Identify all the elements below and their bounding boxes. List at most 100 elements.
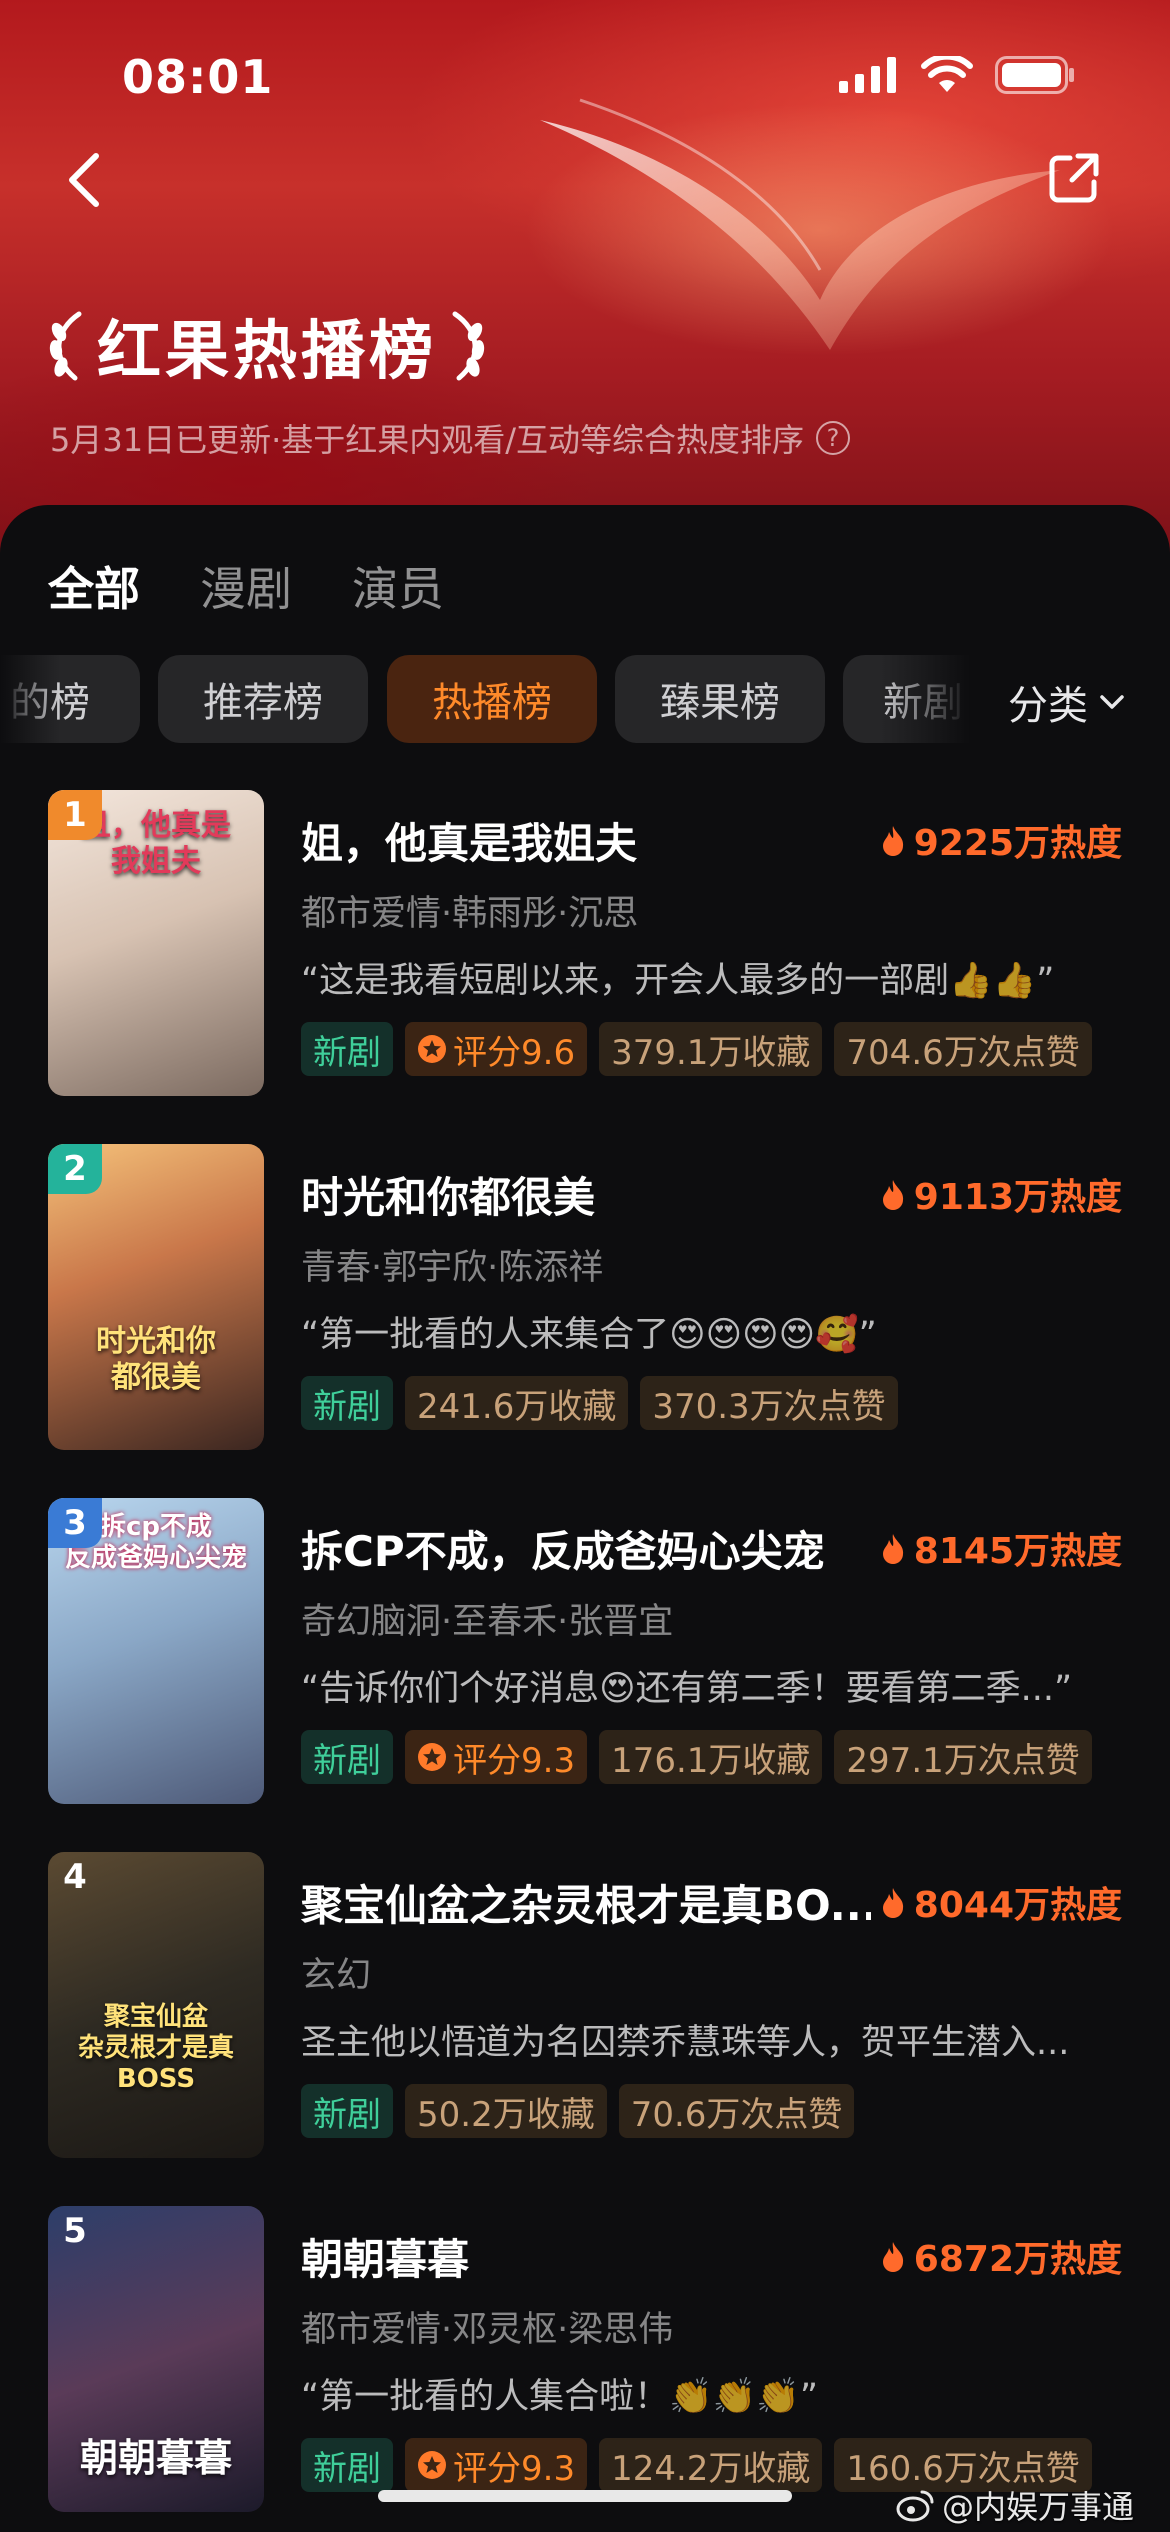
page-title: 红果热播榜	[97, 315, 437, 389]
new-drama-tag: 新剧	[301, 2438, 393, 2492]
tag-row: 新剧 50.2万收藏 70.6万次点赞	[301, 2084, 855, 2138]
score-value: 评分9.3	[453, 2448, 576, 2489]
favorites-tag: 124.2万收藏	[599, 2438, 823, 2492]
chip-fade-left	[0, 655, 60, 745]
top-tabs: 全部 漫剧 演员	[48, 553, 444, 619]
chip-hot-play[interactable]: 热播榜	[387, 655, 597, 743]
page-title-row: 红果热播榜	[45, 300, 489, 392]
heat-score: 9225万热度	[880, 814, 1122, 866]
heat-score: 8145万热度	[880, 1522, 1122, 1574]
rank-badge: 1	[48, 790, 102, 840]
weibo-logo-icon	[896, 2490, 934, 2522]
cellular-signal-icon	[839, 57, 896, 93]
new-drama-tag: 新剧	[301, 2084, 393, 2138]
genre-cast: 都市爱情·邓灵枢·梁思伟	[301, 2310, 674, 2350]
chip-recommend[interactable]: 推荐榜	[158, 655, 368, 743]
list-item[interactable]: 聚宝仙盆 杂灵根才是真BOSS 4 聚宝仙盆之杂灵根才是真BO... 8044万…	[48, 1852, 1122, 2162]
heat-value: 9113万热度	[913, 1177, 1122, 1218]
drama-title[interactable]: 姐，他真是我姐夫	[301, 810, 637, 871]
drama-title[interactable]: 时光和你都很美	[301, 1164, 595, 1225]
likes-tag: 370.3万次点赞	[640, 1376, 898, 1430]
battery-icon	[995, 56, 1074, 94]
top-comment: “第一批看的人来集合了😍😍😍😍🥰”	[301, 1315, 877, 1355]
drama-title[interactable]: 聚宝仙盆之杂灵根才是真BO...	[301, 1872, 871, 1933]
drama-title[interactable]: 拆CP不成，反成爸妈心尖宠	[301, 1518, 825, 1579]
new-drama-tag: 新剧	[301, 1376, 393, 1430]
list-item[interactable]: 拆cp不成 反成爸妈心尖宠 3 拆CP不成，反成爸妈心尖宠 8145万热度 奇幻…	[48, 1498, 1122, 1808]
tab-all[interactable]: 全部	[48, 553, 140, 619]
heat-value: 8145万热度	[913, 1531, 1122, 1572]
favorites-tag: 379.1万收藏	[599, 1022, 823, 1076]
new-drama-tag: 新剧	[301, 1022, 393, 1076]
update-info-text: 5月31日已更新·基于红果内观看/互动等综合热度排序	[50, 421, 805, 459]
poster-title-art: 朝朝暮暮	[79, 2436, 232, 2480]
status-bar: 08:01	[0, 0, 1170, 150]
likes-tag: 70.6万次点赞	[618, 2084, 855, 2138]
heat-value: 8044万热度	[913, 1885, 1122, 1926]
flame-icon	[882, 826, 903, 856]
top-comment: “这是我看短剧以来，开会人最多的一部剧👍👍”	[301, 961, 1055, 1001]
watermark: @内娱万事通	[896, 2482, 1134, 2528]
ranking-chip-bar: 的榜 推荐榜 热播榜 臻果榜 新剧	[0, 655, 970, 745]
tab-actors[interactable]: 演员	[352, 553, 444, 619]
poster-image[interactable]: 拆cp不成 反成爸妈心尖宠 3	[48, 1498, 264, 1804]
star-badge-icon	[418, 2451, 446, 2479]
rank-badge: 4	[63, 1857, 87, 1897]
chip-premium[interactable]: 臻果榜	[615, 655, 825, 743]
heat-score: 6872万热度	[880, 2230, 1122, 2282]
drama-title[interactable]: 朝朝暮暮	[301, 2226, 469, 2287]
category-dropdown[interactable]: 分类	[1008, 673, 1126, 731]
rank-badge: 3	[48, 1498, 102, 1548]
score-tag: 评分9.3	[405, 1730, 588, 1784]
new-drama-tag: 新剧	[301, 1730, 393, 1784]
poster-image[interactable]: 且，他真是 我姐夫 1	[48, 790, 264, 1096]
score-value: 评分9.3	[453, 1740, 576, 1781]
star-badge-icon	[418, 1743, 446, 1771]
flame-icon	[882, 1180, 903, 1210]
synopsis: 圣主他以悟道为名囚禁乔慧珠等人，贺平生潜入...	[301, 2023, 1070, 2063]
status-icons	[839, 56, 1075, 94]
tag-row: 新剧 评分9.3 176.1万收藏 297.1万次点赞	[301, 1730, 1092, 1784]
flame-icon	[882, 2242, 903, 2272]
star-badge-icon	[418, 1035, 446, 1063]
genre-cast: 都市爱情·韩雨彤·沉思	[301, 894, 639, 934]
home-indicator[interactable]	[378, 2490, 792, 2502]
poster-image[interactable]: 朝朝暮暮 5	[48, 2206, 264, 2512]
genre-cast: 玄幻	[301, 1956, 372, 1996]
likes-tag: 297.1万次点赞	[834, 1730, 1092, 1784]
list-item[interactable]: 时光和你 都很美 2 时光和你都很美 9113万热度 青春·郭宇欣·陈添祥 “第…	[48, 1144, 1122, 1454]
heat-value: 9225万热度	[913, 823, 1122, 864]
tab-comic-drama[interactable]: 漫剧	[200, 553, 292, 619]
score-tag: 评分9.3	[405, 2438, 588, 2492]
score-tag: 评分9.6	[405, 1022, 588, 1076]
flame-icon	[882, 1534, 903, 1564]
favorites-tag: 176.1万收藏	[599, 1730, 823, 1784]
poster-image[interactable]: 时光和你 都很美 2	[48, 1144, 264, 1450]
help-icon[interactable]: ?	[816, 421, 851, 455]
list-item[interactable]: 朝朝暮暮 5 朝朝暮暮 6872万热度 都市爱情·邓灵枢·梁思伟 “第一批看的人…	[48, 2206, 1122, 2516]
poster-image[interactable]: 聚宝仙盆 杂灵根才是真BOSS 4	[48, 1852, 264, 2158]
chevron-down-icon	[1100, 695, 1124, 709]
page-subtitle: 5月31日已更新·基于红果内观看/互动等综合热度排序 ?	[50, 415, 851, 461]
wifi-icon	[921, 56, 973, 92]
tag-row: 新剧 评分9.6 379.1万收藏 704.6万次点赞	[301, 1022, 1092, 1076]
likes-tag: 704.6万次点赞	[834, 1022, 1092, 1076]
category-label: 分类	[1008, 683, 1088, 729]
flame-icon	[882, 1888, 903, 1918]
score-value: 评分9.6	[453, 1032, 576, 1073]
genre-cast: 奇幻脑洞·至春禾·张晋宜	[301, 1602, 674, 1642]
poster-title-art: 时光和你 都很美	[96, 1324, 216, 1395]
list-item[interactable]: 且，他真是 我姐夫 1 姐，他真是我姐夫 9225万热度 都市爱情·韩雨彤·沉思…	[48, 790, 1122, 1100]
laurel-right-icon	[452, 311, 485, 381]
chip-fade-right	[880, 655, 970, 745]
laurel-left-icon	[49, 311, 82, 381]
top-comment: “第一批看的人集合啦！👏👏👏”	[301, 2377, 819, 2417]
share-icon[interactable]	[1046, 150, 1102, 206]
heat-score: 9113万热度	[880, 1168, 1122, 1220]
heat-score: 8044万热度	[880, 1876, 1122, 1928]
watermark-text: @内娱万事通	[941, 2488, 1134, 2526]
back-arrow-icon[interactable]	[62, 150, 110, 210]
top-comment: “告诉你们个好消息😍还有第二季！要看第二季...”	[301, 1669, 1073, 1709]
favorites-tag: 50.2万收藏	[405, 2084, 607, 2138]
rank-badge: 2	[48, 1144, 102, 1194]
